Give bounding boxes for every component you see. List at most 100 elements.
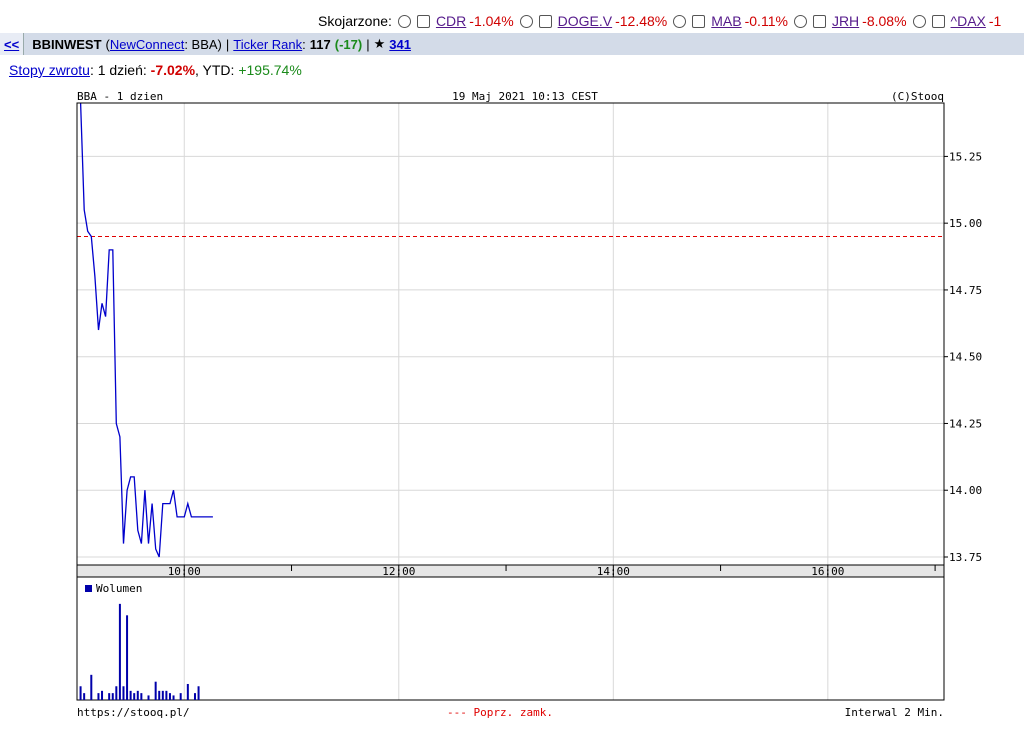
compare-ticker-link[interactable]: CDR bbox=[436, 13, 466, 29]
compare-bar: Skojarzone: CDR -1.04% DOGE.V -12.48% MAB -0.… bbox=[318, 10, 1024, 32]
y-tick-label: 15.25 bbox=[949, 150, 982, 163]
y-tick-label: 14.00 bbox=[949, 484, 982, 497]
volume-bar bbox=[147, 695, 150, 700]
day-label: : 1 dzień: bbox=[89, 62, 147, 78]
volume-grid bbox=[183, 577, 829, 700]
separator: | bbox=[225, 36, 230, 52]
ticker-info-bar: << BBINWEST (NewConnect: BBA) | Ticker R… bbox=[0, 33, 1024, 55]
returns-link[interactable]: Stopy zwrotu bbox=[9, 62, 90, 78]
rank-value: 117 bbox=[309, 36, 331, 52]
compare-item: MAB -0.11% bbox=[673, 13, 788, 29]
volume-bar bbox=[101, 690, 104, 700]
volume-bar bbox=[158, 690, 161, 700]
compare-radio[interactable] bbox=[673, 14, 687, 28]
volume-bar bbox=[90, 674, 93, 700]
volume-bar bbox=[118, 603, 121, 700]
chart-header-center: 19 Maj 2021 10:13 CEST bbox=[452, 90, 598, 103]
volume-bar bbox=[161, 690, 164, 700]
rank-change: (-17) bbox=[334, 36, 363, 52]
compare-radio[interactable] bbox=[397, 14, 411, 28]
y-tick-label: 14.50 bbox=[949, 351, 982, 364]
symbol-text: : BBA) bbox=[184, 36, 222, 52]
volume-bars bbox=[79, 603, 200, 700]
volume-panel-frame bbox=[76, 576, 945, 701]
volume-bar bbox=[193, 693, 196, 700]
back-link[interactable]: << bbox=[0, 33, 25, 55]
price-series-line bbox=[79, 102, 213, 558]
compare-change: -12.48% bbox=[615, 13, 668, 29]
volume-bar bbox=[140, 693, 143, 700]
volume-bar bbox=[79, 686, 82, 700]
volume-legend-label: Wolumen bbox=[96, 582, 142, 595]
y-tick-label: 15.00 bbox=[949, 217, 982, 230]
compare-radio[interactable] bbox=[912, 14, 926, 28]
x-tick-label: 10:00 bbox=[168, 565, 201, 578]
volume-bar bbox=[115, 686, 118, 700]
price-panel-frame bbox=[76, 102, 945, 566]
x-tick-label: 16:00 bbox=[811, 565, 844, 578]
compare-item: ^DAX -1 bbox=[912, 13, 1002, 29]
compare-change: -8.08% bbox=[862, 13, 907, 29]
day-return: -7.02% bbox=[150, 62, 196, 78]
compare-ticker-link[interactable]: ^DAX bbox=[951, 13, 986, 29]
price-chart: BBA - 1 dzien 19 Maj 2021 10:13 CEST (C)… bbox=[0, 85, 1024, 728]
footer-prev-close-legend: --- Poprz. zamk. bbox=[447, 706, 553, 719]
compare-checkbox[interactable] bbox=[416, 14, 430, 28]
ytd-return: +195.74% bbox=[238, 62, 302, 78]
volume-bar bbox=[179, 693, 182, 700]
footer-source: https://stooq.pl/ bbox=[77, 706, 190, 719]
volume-legend-swatch bbox=[85, 585, 92, 592]
compare-checkbox[interactable] bbox=[692, 14, 706, 28]
volume-bar bbox=[133, 693, 136, 700]
compare-ticker-link[interactable]: JRH bbox=[832, 13, 859, 29]
volume-bar bbox=[165, 690, 168, 700]
compare-checkbox[interactable] bbox=[812, 14, 826, 28]
chart-header-left: BBA - 1 dzien bbox=[77, 90, 163, 103]
compare-ticker-link[interactable]: MAB bbox=[711, 13, 741, 29]
chart-svg: BBA - 1 dzien 19 Maj 2021 10:13 CEST (C)… bbox=[76, 90, 982, 719]
volume-bar bbox=[172, 695, 175, 700]
compare-radio[interactable] bbox=[519, 14, 533, 28]
compare-checkbox[interactable] bbox=[538, 14, 552, 28]
compare-change: -0.11% bbox=[744, 13, 788, 29]
volume-bar bbox=[111, 693, 114, 700]
separator: | bbox=[366, 36, 370, 52]
y-tick-label: 14.25 bbox=[949, 417, 982, 430]
compare-checkbox[interactable] bbox=[931, 14, 945, 28]
volume-bar bbox=[129, 690, 132, 700]
volume-bar bbox=[108, 693, 111, 700]
volume-bar bbox=[97, 693, 100, 700]
compare-item: DOGE.V -12.48% bbox=[519, 13, 668, 29]
stars-link[interactable]: 341 bbox=[389, 37, 411, 52]
price-grid bbox=[77, 103, 944, 565]
volume-bar bbox=[83, 693, 86, 700]
compare-change: -1 bbox=[988, 13, 1002, 29]
chart-header-right: (C)Stooq bbox=[891, 90, 944, 103]
compare-item: CDR -1.04% bbox=[397, 13, 514, 29]
volume-bar bbox=[122, 686, 125, 700]
x-tick-label: 12:00 bbox=[382, 565, 415, 578]
compare-item: JRH -8.08% bbox=[793, 13, 907, 29]
volume-bar bbox=[186, 683, 189, 700]
volume-bar bbox=[197, 686, 200, 700]
returns-line: Stopy zwrotu: 1 dzień: -7.02%, YTD: +195… bbox=[9, 62, 302, 78]
y-tick-label: 14.75 bbox=[949, 284, 982, 297]
volume-bar bbox=[136, 690, 139, 700]
volume-bar bbox=[154, 681, 157, 700]
compare-ticker-link[interactable]: DOGE.V bbox=[558, 13, 612, 29]
volume-bar bbox=[126, 615, 129, 700]
ticker-rank-link[interactable]: Ticker Rank bbox=[233, 37, 302, 52]
y-tick-label: 13.75 bbox=[949, 551, 982, 564]
company-name: BBINWEST bbox=[32, 36, 102, 52]
compare-list: CDR -1.04% DOGE.V -12.48% MAB -0.11% JRH -8.08%… bbox=[397, 13, 1007, 29]
compare-radio[interactable] bbox=[793, 14, 807, 28]
compare-change: -1.04% bbox=[469, 13, 514, 29]
market-link[interactable]: NewConnect bbox=[110, 37, 184, 52]
compare-label: Skojarzone: bbox=[318, 13, 392, 29]
x-tick-label: 14:00 bbox=[597, 565, 630, 578]
price-axis: 13.75 14.00 14.25 14.50 14.75 15.00 15.25 bbox=[944, 150, 982, 564]
footer-interval: Interwal 2 Min. bbox=[845, 706, 944, 719]
rank-colon: : bbox=[302, 36, 306, 52]
ytd-label: , YTD: bbox=[195, 62, 235, 78]
star-icon: ★ bbox=[373, 36, 386, 51]
